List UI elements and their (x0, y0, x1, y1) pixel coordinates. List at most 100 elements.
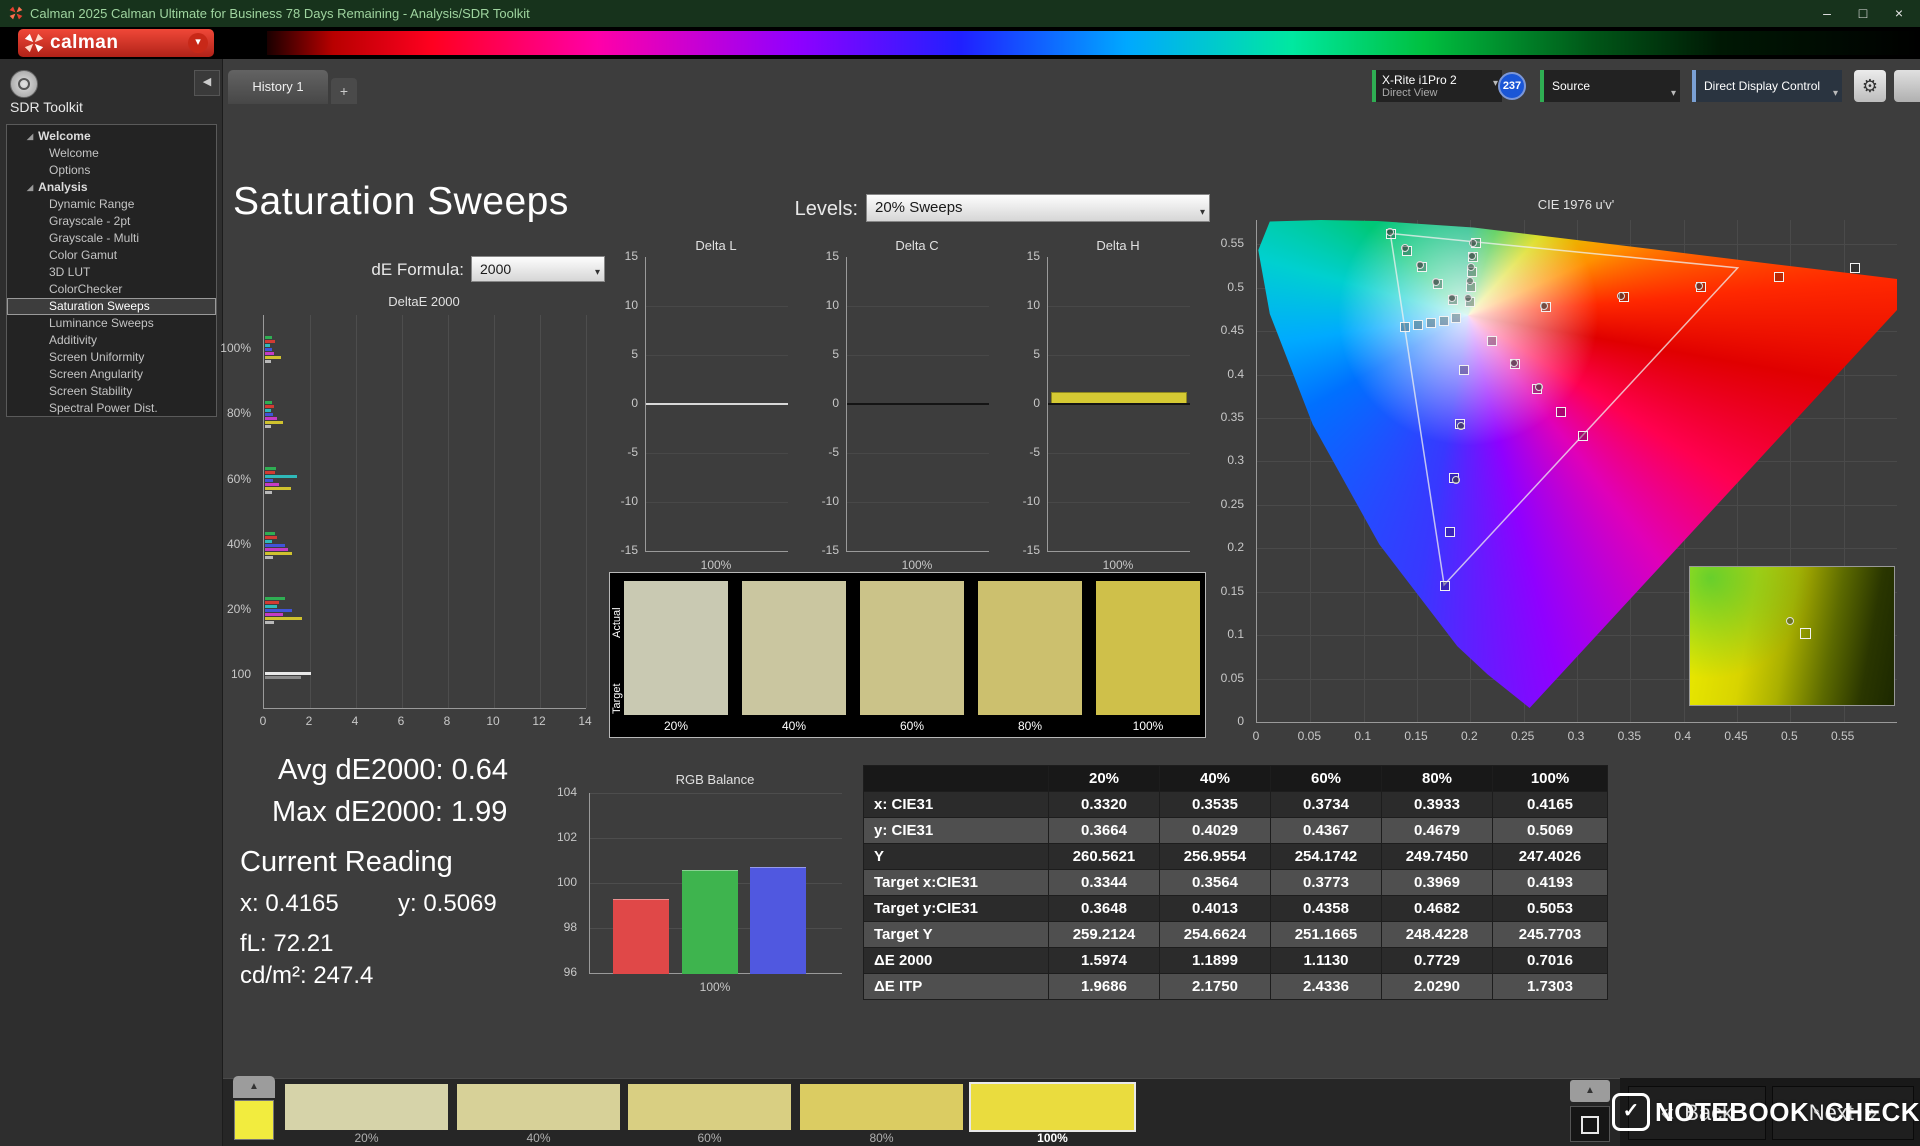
axis-tick-label: 2 (299, 714, 319, 728)
table-cell: 0.4193 (1493, 870, 1608, 896)
edge-panel-button[interactable] (1894, 70, 1920, 102)
section-triangle-icon: ◢ (27, 132, 33, 141)
levels-dropdown[interactable]: 20% Sweeps ▾ (866, 194, 1210, 222)
table-cell: 247.4026 (1493, 844, 1608, 870)
home-button[interactable] (10, 70, 38, 98)
sidebar-item-grayscale-multi[interactable]: Grayscale - Multi (7, 230, 216, 247)
current-x: x: 0.4165 (240, 890, 339, 918)
table-cell: 259.2124 (1049, 922, 1160, 948)
axis-tick-label: 0.15 (1221, 584, 1244, 598)
table-cell: 0.4367 (1271, 818, 1382, 844)
sidebar-item-luminance-sweeps[interactable]: Luminance Sweeps (7, 315, 216, 332)
window-title: Calman 2025 Calman Ultimate for Business… (30, 0, 530, 27)
axis-tick-label: 100% (846, 558, 988, 572)
axis-tick-label: 80% (227, 406, 251, 420)
axis-tick-label: 0.25 (1508, 729, 1538, 743)
sidebar-item-screen-stability[interactable]: Screen Stability (7, 383, 216, 400)
level-button-40[interactable] (457, 1084, 620, 1130)
sidebar-item-saturation-sweeps[interactable]: Saturation Sweeps (7, 298, 216, 315)
swatch-label: 100% (1096, 719, 1200, 733)
grid-line (1048, 306, 1190, 307)
level-button-100[interactable] (971, 1084, 1134, 1130)
maximize-button[interactable]: □ (1846, 0, 1880, 27)
axis-tick-label: 0.45 (1721, 729, 1751, 743)
de-bar (265, 483, 279, 486)
current-pattern-swatch[interactable] (234, 1100, 274, 1140)
row-label: Target Y (864, 922, 1049, 948)
row-label: ΔE 2000 (864, 948, 1049, 974)
table-cell: 0.3648 (1049, 896, 1160, 922)
axis-tick-label: -5 (1002, 445, 1040, 459)
axis-tick-label: 10 (1002, 298, 1040, 312)
axis-tick-label: 6 (391, 714, 411, 728)
expand-options-button[interactable]: ▲ (1570, 1080, 1610, 1102)
sidebar-item-grayscale-2pt[interactable]: Grayscale - 2pt (7, 213, 216, 230)
sidebar-item-3d-lut[interactable]: 3D LUT (7, 264, 216, 281)
meter-dropdown[interactable]: X-Rite i1Pro 2 Direct View ▾ (1372, 70, 1502, 102)
meter-count-badge: 237 (1498, 72, 1526, 100)
table-cell: 251.1665 (1271, 922, 1382, 948)
tree-section-analysis[interactable]: ◢Analysis (7, 179, 216, 196)
grid-line (646, 453, 788, 454)
sidebar-item-additivity[interactable]: Additivity (7, 332, 216, 349)
axis-tick-label: 0.1 (1348, 729, 1378, 743)
magnifier-icon (1814, 1100, 1820, 1124)
axis-tick-label: 96 (564, 965, 577, 979)
sidebar-item-dynamic-range[interactable]: Dynamic Range (7, 196, 216, 213)
close-button[interactable]: × (1882, 0, 1916, 27)
table-cell: 2.0290 (1382, 974, 1493, 1000)
delta-c-chart: Delta C151050-5-10-15100% (801, 238, 1001, 574)
axis-tick-label: 10 (801, 298, 839, 312)
de-bar (265, 336, 272, 339)
collapse-sidebar-button[interactable]: ◀ (194, 70, 220, 96)
sidebar-item-screen-uniformity[interactable]: Screen Uniformity (7, 349, 216, 366)
de-bar (265, 556, 273, 559)
sidebar-item-screen-angularity[interactable]: Screen Angularity (7, 366, 216, 383)
notebookcheck-watermark: ✓ NOTEBOOK CHECK (1612, 1090, 1920, 1134)
tree-section-welcome[interactable]: ◢Welcome (7, 128, 216, 145)
axis-tick-label: 100 (231, 667, 251, 681)
axis-tick-label: 0.3 (1227, 453, 1244, 467)
sidebar-item-colorchecker[interactable]: ColorChecker (7, 281, 216, 298)
axis-tick-label: 98 (564, 920, 577, 934)
table-cell: 1.1899 (1160, 948, 1271, 974)
de-bar (265, 491, 272, 494)
sidebar-item-options[interactable]: Options (7, 162, 216, 179)
source-dropdown[interactable]: Source ▾ (1540, 70, 1680, 102)
delta-l-chart: Delta L151050-5-10-15100% (600, 238, 800, 574)
zero-line (847, 403, 989, 405)
axis-tick-label: -15 (600, 543, 638, 557)
level-button-20[interactable] (285, 1084, 448, 1130)
sidebar-item-welcome[interactable]: Welcome (7, 145, 216, 162)
logo-dropdown-icon[interactable]: ▾ (188, 33, 208, 53)
display-control-dropdown[interactable]: Direct Display Control ▾ (1692, 70, 1842, 102)
table-cell: 0.3734 (1271, 792, 1382, 818)
axis-tick-label: 40% (227, 537, 251, 551)
calman-logo[interactable]: calman ▾ (18, 29, 214, 57)
table-cell: 0.3535 (1160, 792, 1271, 818)
tab-history-1[interactable]: History 1 (228, 70, 328, 104)
level-button-80[interactable] (800, 1084, 963, 1130)
calman-logo-text: calman (50, 32, 118, 54)
max-de2000: Max dE2000: 1.99 (272, 796, 507, 829)
add-tab-button[interactable]: + (331, 78, 357, 104)
grid-line (356, 315, 357, 708)
de-bar (265, 409, 271, 412)
minimize-button[interactable]: – (1810, 0, 1844, 27)
pattern-window-button[interactable] (1570, 1106, 1610, 1142)
sidebar-item-color-gamut[interactable]: Color Gamut (7, 247, 216, 264)
settings-button[interactable]: ⚙ (1854, 70, 1886, 102)
cie-target-marker (1451, 313, 1461, 323)
table-cell: 0.4682 (1382, 896, 1493, 922)
table-cell: 1.5974 (1049, 948, 1160, 974)
sidebar-item-spectral-power-dist[interactable]: Spectral Power Dist. (7, 400, 216, 417)
pattern-drawer-button[interactable]: ▲ (233, 1076, 275, 1098)
mini-chart-plot (1047, 257, 1190, 552)
de-bar (265, 413, 273, 416)
chart-title: Delta H (1047, 238, 1189, 253)
grid-line (646, 355, 788, 356)
de-formula-dropdown[interactable]: 2000 ▾ (471, 256, 605, 282)
level-button-60[interactable] (628, 1084, 791, 1130)
de-bar (265, 352, 274, 355)
row-label: x: CIE31 (864, 792, 1049, 818)
